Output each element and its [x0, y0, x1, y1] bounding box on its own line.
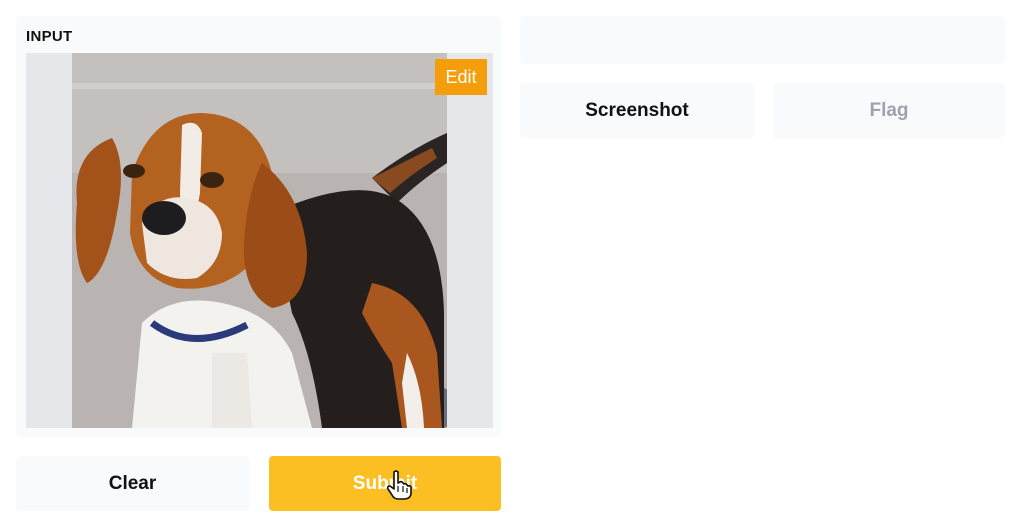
screenshot-button[interactable]: Screenshot — [520, 83, 754, 138]
input-image — [72, 53, 447, 428]
input-panel: INPUT Edit — [16, 16, 501, 437]
image-frame[interactable]: Edit — [26, 53, 493, 428]
output-panel — [520, 16, 1005, 64]
app-page: INPUT Edit Clear Submit Screenshot Flag — [0, 0, 1024, 525]
clear-button[interactable]: Clear — [16, 456, 249, 511]
submit-button[interactable]: Submit — [269, 456, 501, 511]
edit-button[interactable]: Edit — [435, 59, 487, 95]
flag-button[interactable]: Flag — [773, 83, 1005, 138]
input-label: INPUT — [26, 28, 73, 45]
dog-image-illustration — [72, 53, 447, 428]
